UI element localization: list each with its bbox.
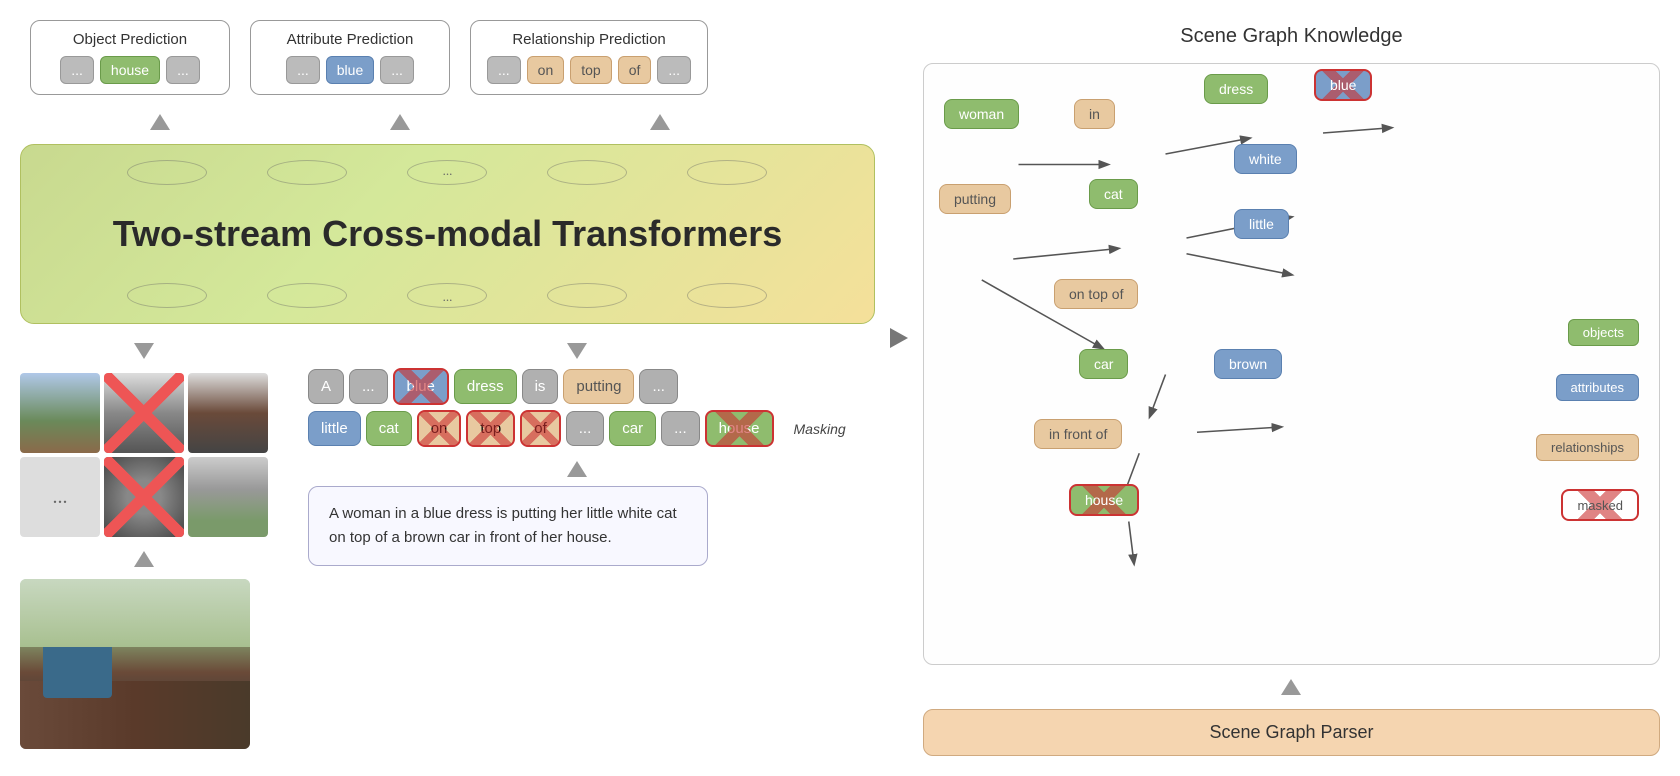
node-woman: woman [944,99,1019,129]
arrow-rel [650,110,670,134]
arrow-up-photo [134,551,154,567]
node-putting: putting [939,184,1011,214]
img-car1-masked [104,373,184,453]
attr-dots-1: ... [286,56,320,84]
token-top: top [570,56,611,84]
token-top-masked: top [466,410,515,447]
token-row-2: little cat on top of ... car ... house M… [308,410,846,447]
token-row1-dots2: ... [639,369,678,404]
ellipse-2 [267,160,347,185]
token-dress: dress [454,369,517,404]
arrow-down-tokens [567,343,587,359]
legend-objects: objects [1568,319,1639,346]
scene-graph-parser: Scene Graph Parser [923,709,1660,756]
main-photo [20,579,250,749]
image-column: ... [20,339,268,749]
token-house-masked: house [705,410,774,447]
ellipse-1 [127,160,207,185]
arrow-up-parser [1281,679,1301,695]
arrow-up-text [567,461,587,477]
token-blue: blue [326,56,374,84]
node-brown: brown [1214,349,1282,379]
token-putting: putting [563,369,634,404]
ellipse-b2 [267,283,347,308]
scene-graph-box: woman in dress blue putting cat [923,63,1660,665]
prediction-row: Object Prediction ... house ... Attribut… [30,20,875,95]
token-on: on [527,56,565,84]
masking-label: Masking [794,421,846,437]
node-cat: cat [1089,179,1138,209]
transformer-dots-bottom: ... [443,289,453,305]
arrow-obj [150,110,170,134]
token-house: house [100,56,160,84]
img-dots: ... [20,457,100,537]
node-in-front-of: in front of [1034,419,1122,449]
token-row-1: A ... blue dress is putting ... [308,368,846,405]
parser-label: Scene Graph Parser [1209,722,1373,742]
arrow-right-main [890,328,908,348]
relationship-tokens: ... on top of ... [487,56,691,84]
attribute-prediction-title: Attribute Prediction [287,31,414,48]
image-grid: ... [20,373,268,537]
ellipse-b4 [547,283,627,308]
node-blue-masked: blue [1314,69,1372,101]
combined-bottom: ... [20,339,875,749]
node-house-masked: house [1069,484,1139,516]
token-of-masked: of [520,410,561,447]
token-dots-mid2: ... [661,411,700,446]
token-cat: cat [366,411,412,446]
ellipse-5 [687,160,767,185]
sentence-text: A woman in a blue dress is putting her l… [329,505,677,546]
img-car2 [188,373,268,453]
relationship-prediction-box: Relationship Prediction ... on top of ..… [470,20,708,95]
token-row1-dots: ... [349,369,388,404]
legend-masked: masked [1561,489,1639,521]
token-is: is [522,369,559,404]
object-prediction-box: Object Prediction ... house ... [30,20,230,95]
img-wheel-masked [104,457,184,537]
token-A: A [308,369,344,404]
node-little: little [1234,209,1289,239]
node-dress: dress [1204,74,1268,104]
token-of: of [618,56,652,84]
scene-graph-title: Scene Graph Knowledge [923,20,1660,53]
node-car: car [1079,349,1128,379]
token-blue-masked: blue [393,368,449,405]
rel-dots-2: ... [657,56,691,84]
ellipse-4 [547,160,627,185]
attr-dots-2: ... [380,56,414,84]
ellipse-b5 [687,283,767,308]
transformer-dots-top: ... [443,163,453,179]
img-woman [20,373,100,453]
token-dots-1: ... [60,56,94,84]
node-in: in [1074,99,1115,129]
attribute-prediction-box: Attribute Prediction ... blue ... [250,20,450,95]
arrow-attr [390,110,410,134]
transformer-box: ... Two-stream Cross-modal Transformers … [20,144,875,324]
img-house [188,457,268,537]
node-white: white [1234,144,1297,174]
rel-dots-1: ... [487,56,521,84]
relationship-prediction-title: Relationship Prediction [512,31,665,48]
object-prediction-title: Object Prediction [73,31,187,48]
right-side: Scene Graph Knowledge [923,20,1660,756]
attribute-tokens: ... blue ... [286,56,414,84]
token-little: little [308,411,361,446]
ellipse-b1 [127,283,207,308]
legend-attributes: attributes [1556,374,1639,401]
node-on-top-of: on top of [1054,279,1139,309]
token-car: car [609,411,656,446]
center-column: A ... blue dress is putting ... little c… [308,339,846,566]
token-on-masked: on [417,410,462,447]
transformer-title: Two-stream Cross-modal Transformers [113,213,783,255]
arrow-down-img [134,343,154,359]
legend-relationships: relationships [1536,434,1639,461]
object-tokens: ... house ... [60,56,200,84]
text-box: A woman in a blue dress is putting her l… [308,486,708,566]
token-dots-2: ... [166,56,200,84]
token-dots-mid: ... [566,411,605,446]
